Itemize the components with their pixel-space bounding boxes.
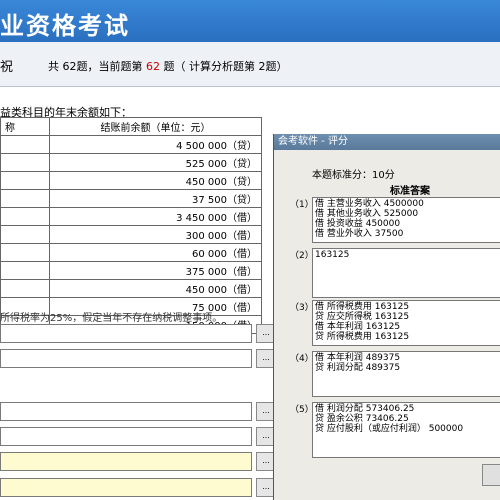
title-bar: 业资格考试 [0,0,500,42]
table-row: 525 000（贷） [0,153,262,172]
col-balance-header: 结账前余额（单位：元） [49,117,262,136]
answer-box-5: 借 利润分配 573406.25 贷 盈余公积 73406.25 贷 应付股利（… [312,402,500,458]
info-bar: 祝 共 62题，当前题第 62 题（ 计算分析题第 2题） [0,42,500,87]
tax-note: 所得税率为25%，假定当年不存在纳税调整事项。 [0,313,223,324]
table-header-row: 称 结账前余额（单位：元） [0,117,262,136]
answer-field-6[interactable] [0,478,252,497]
dialog-title: 会考软件 - 评分 [274,134,500,150]
table-row: 60 000（借） [0,243,262,262]
table-row: 450 000（贷） [0,171,262,190]
answer-field-4[interactable] [0,427,252,446]
col-account-header: 称 [0,117,50,136]
section-label: 祝 [0,60,14,75]
grading-dialog: 会考软件 - 评分 本题标准分：10分 标准答案 （1） 借 主营业务收入 45… [273,134,500,500]
answer-field-2[interactable] [0,349,252,368]
dialog-close-button[interactable] [482,464,500,486]
standard-score: 本题标准分：10分 [312,170,395,181]
answer-number: （1） [290,200,314,210]
answer-number: （2） [290,251,314,261]
answer-number: （3） [290,303,314,313]
current-question-number: 62 [146,60,160,73]
table-row: 375 000（借） [0,261,262,280]
answer-number: （5） [290,405,314,415]
answers-header: 标准答案 [390,186,430,197]
answer-number: （4） [290,354,314,364]
app-title: 业资格考试 [0,12,130,40]
table-row: 3 450 000（借） [0,207,262,226]
answer-field-3[interactable] [0,402,252,421]
answer-field-5[interactable] [0,452,252,471]
table-row: 4 500 000（贷） [0,135,262,154]
answer-box-2: 163125 [312,248,500,298]
progress-text: 共 62题，当前题第 62 题（ 计算分析题第 2题） [48,60,288,73]
answer-box-3: 借 所得税费用 163125 贷 应交所得税 163125 借 本年利润 163… [312,300,500,346]
answer-box-1: 借 主营业务收入 4500000 借 其他业务收入 525000 借 投资收益 … [312,197,500,243]
table-row: 300 000（借） [0,225,262,244]
balance-table: 称 结账前余额（单位：元） 4 500 000（贷） 525 000（贷） 45… [0,117,262,334]
answer-box-4: 借 本年利润 489375 贷 利润分配 489375 [312,351,500,397]
answer-field-1[interactable] [0,324,252,343]
table-row: 37 500（贷） [0,189,262,208]
table-row: 450 000（借） [0,279,262,298]
